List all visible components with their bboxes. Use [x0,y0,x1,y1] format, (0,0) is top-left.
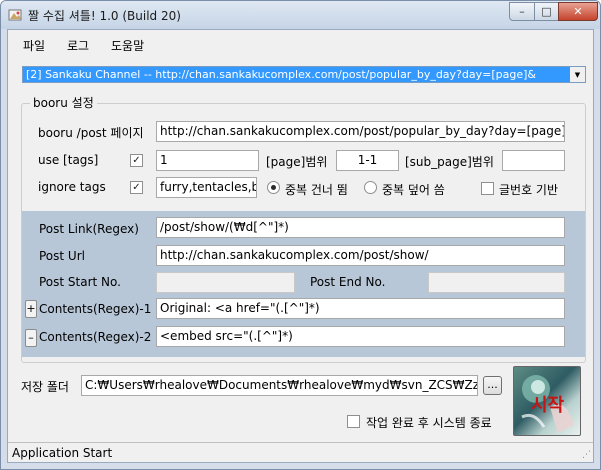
minimize-icon: – [519,5,525,18]
use-tags-checkbox[interactable]: ✓ [130,154,143,167]
menu-help[interactable]: 도움말 [111,37,144,54]
post-link-input[interactable]: /post/show/(₩d[^"]*) [156,217,565,238]
contents2-input[interactable]: <embed src="(.[^"]*) [156,326,565,347]
menu-bar: 파일 로그 도움말 [8,30,593,58]
post-link-label: Post Link(Regex) [39,222,139,236]
post-start-label: Post Start No. [39,275,121,289]
site-select-value: [2] Sankaku Channel -- http://chan.sanka… [26,68,536,81]
shutdown-checkbox[interactable] [347,415,360,428]
skip-duplicate-radio[interactable] [267,181,280,194]
maximize-button[interactable]: □ [534,2,559,21]
plus-icon: + [26,302,36,315]
ignore-tags-label: ignore tags [38,180,106,194]
remove-contents-button[interactable]: – [25,329,37,347]
browse-button[interactable]: ... [483,376,502,395]
status-text: Application Start [12,446,113,460]
minimize-button[interactable]: – [509,2,535,21]
page-range-input[interactable]: 1-1 [336,150,399,171]
page-range-label: [page]범위 [266,155,328,169]
contents2-label: Contents(Regex)-2 [39,330,152,344]
title-bar[interactable]: 짤 수집 셔틀! 1.0 (Build 20) – □ ✕ [1,1,600,29]
start-button[interactable]: 시작 [513,366,581,436]
chevron-down-icon[interactable]: ▼ [570,67,585,82]
post-page-input[interactable]: http://chan.sankakucomplex.com/post/popu… [156,121,565,142]
contents1-input[interactable]: Original: <a href="(.[^"]*) [156,298,565,319]
window-title: 짤 수집 셔틀! 1.0 (Build 20) [28,9,181,23]
post-url-input[interactable]: http://chan.sankakucomplex.com/post/show… [156,245,565,266]
menu-file[interactable]: 파일 [23,37,45,54]
save-folder-input[interactable]: C:₩Users₩rhealove₩Documents₩rhealove₩myd… [81,375,478,396]
post-end-label: Post End No. [310,275,386,289]
postno-based-checkbox[interactable] [481,182,494,195]
menu-log[interactable]: 로그 [67,37,89,54]
app-icon [8,9,22,21]
postno-based-label: 글번호 기반 [499,183,559,197]
save-folder-label: 저장 폴더 [21,380,69,394]
overwrite-duplicate-radio[interactable] [364,181,377,194]
post-start-input[interactable] [156,272,295,293]
app-window: 짤 수집 셔틀! 1.0 (Build 20) – □ ✕ 파일 로그 도움말 … [0,0,601,470]
tags-input[interactable]: 1 [156,150,259,171]
post-page-label: booru /post 페이지 [38,126,144,140]
post-url-label: Post Url [39,249,85,263]
close-icon: ✕ [573,5,583,18]
overwrite-duplicate-label: 중복 덮어 씀 [382,183,445,197]
ignore-tags-input[interactable]: furry,tentacles,be [156,177,257,198]
ignore-tags-checkbox[interactable]: ✓ [130,181,143,194]
add-contents-button[interactable]: + [25,300,37,318]
skip-duplicate-label: 중복 건너 뜀 [285,183,348,197]
sub-page-range-label: [sub_page]범위 [405,155,494,169]
maximize-icon: □ [541,5,552,18]
status-bar: Application Start ⋰ [8,442,593,462]
close-button[interactable]: ✕ [558,2,598,21]
client-area: 파일 로그 도움말 [2] Sankaku Channel -- http://… [7,29,594,463]
use-tags-label: use [tags] [38,153,99,167]
resize-grip-icon[interactable]: ⋰ [582,450,591,460]
shutdown-label: 작업 완료 후 시스템 종료 [366,416,492,430]
minus-icon: – [28,331,34,344]
sub-page-range-input[interactable] [502,150,565,171]
contents1-label: Contents(Regex)-1 [39,302,152,316]
site-select[interactable]: [2] Sankaku Channel -- http://chan.sanka… [22,66,586,83]
booru-settings-title: booru 설정 [30,94,97,111]
post-end-input[interactable] [428,272,565,293]
start-label: 시작 [531,395,565,416]
